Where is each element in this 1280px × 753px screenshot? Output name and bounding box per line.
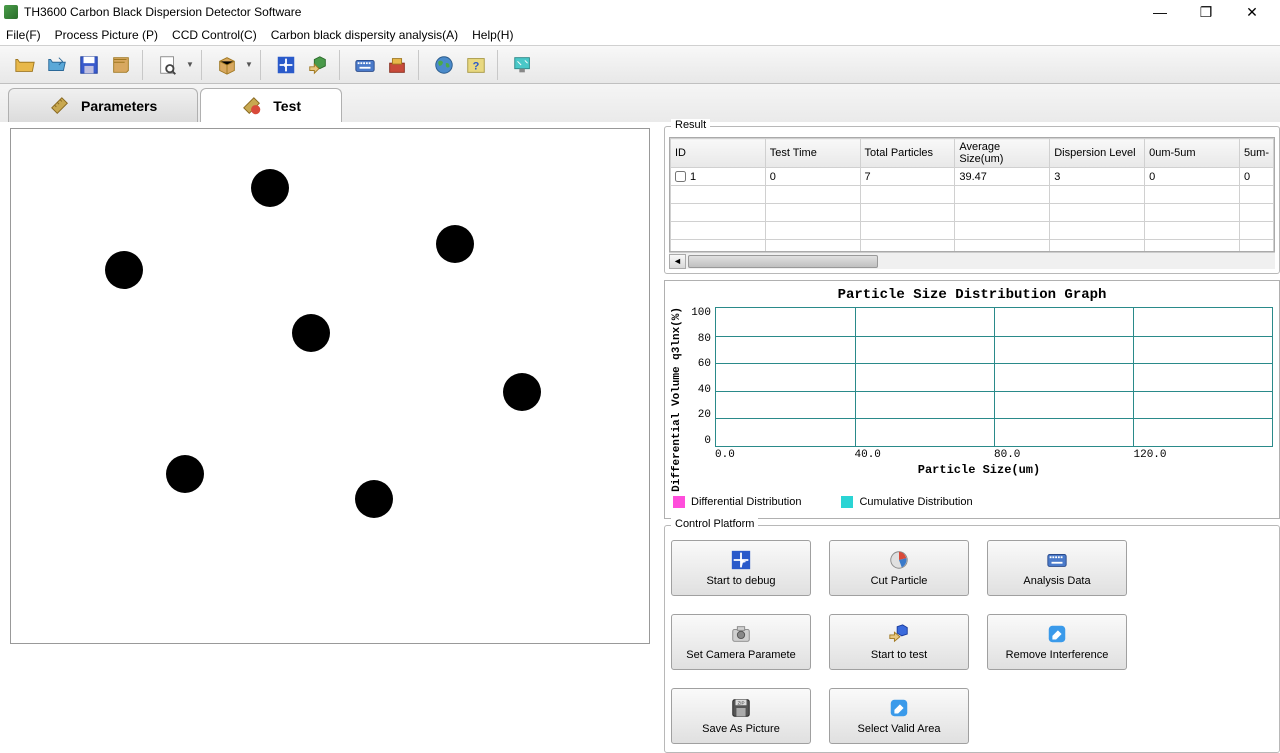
scroll-thumb[interactable] [688, 255, 878, 268]
particle [251, 169, 289, 207]
y-ticks: 100 80 60 40 20 0 [685, 307, 715, 447]
titlebar: TH3600 Carbon Black Dispersion Detector … [0, 0, 1280, 24]
particle [292, 314, 330, 352]
control-platform-panel: Control Platform Start to debug Cut Part… [664, 525, 1280, 753]
cube-arrow-icon[interactable] [303, 50, 333, 80]
toolbar: ▼ ▼ ? [0, 46, 1280, 84]
particle [166, 455, 204, 493]
svg-text:ZIP: ZIP [737, 700, 744, 705]
scroll-left-arrow[interactable]: ◄ [669, 254, 686, 269]
chart-panel: Particle Size Distribution Graph Differe… [664, 280, 1280, 519]
minimize-button[interactable]: — [1146, 2, 1174, 22]
result-table: ID Test Time Total Particles Average Siz… [670, 138, 1274, 252]
menu-ccd-control[interactable]: CCD Control(C) [172, 28, 257, 42]
chart-title: Particle Size Distribution Graph [671, 287, 1273, 303]
app-title: TH3600 Carbon Black Dispersion Detector … [24, 5, 1146, 19]
test-icon [241, 95, 263, 117]
particle [355, 480, 393, 518]
target-cursor-icon [729, 549, 753, 571]
pie-chart-icon [887, 549, 911, 571]
svg-text:?: ? [473, 60, 480, 72]
cut-particle-button[interactable]: Cut Particle [829, 540, 969, 596]
legend-swatch-diff [673, 496, 685, 508]
canvas-panel [0, 122, 660, 697]
col-5-[interactable]: 5um- [1239, 139, 1273, 168]
table-row[interactable]: 1 0 7 39.47 3 0 0 [671, 168, 1274, 186]
menu-analysis[interactable]: Carbon black dispersity analysis(A) [271, 28, 458, 42]
chart-legend: Differential Distribution Cumulative Dis… [671, 492, 1273, 512]
target-blue-icon[interactable] [271, 50, 301, 80]
tab-test[interactable]: Test [200, 88, 342, 122]
book-icon[interactable] [106, 50, 136, 80]
analysis-data-button[interactable]: Analysis Data [987, 540, 1127, 596]
legend-swatch-cum [841, 496, 853, 508]
save-disk-icon: ZIP [729, 697, 753, 719]
tab-label: Parameters [81, 98, 157, 114]
result-panel: Result ID Test Time Total Particles Aver… [664, 126, 1280, 274]
window-controls: — ❐ ✕ [1146, 2, 1276, 22]
particle [503, 373, 541, 411]
panel-legend: Control Platform [671, 518, 758, 530]
particle-canvas[interactable] [10, 128, 650, 644]
col-test-time[interactable]: Test Time [765, 139, 860, 168]
app-icon [4, 5, 18, 19]
menu-process-picture[interactable]: Process Picture (P) [55, 28, 158, 42]
menubar: File(F) Process Picture (P) CCD Control(… [0, 24, 1280, 46]
eraser-blue-icon [887, 697, 911, 719]
device-red-icon[interactable] [382, 50, 412, 80]
col-0-5[interactable]: 0um-5um [1145, 139, 1240, 168]
help-box-icon[interactable]: ? [461, 50, 491, 80]
folder-open-icon[interactable] [10, 50, 40, 80]
folder-in-icon[interactable] [42, 50, 72, 80]
zoom-page-icon[interactable] [153, 50, 183, 80]
camera-icon [729, 623, 753, 645]
camera-params-button[interactable]: Set Camera Paramete [671, 614, 811, 670]
particle [105, 251, 143, 289]
cube-arrow-icon [887, 623, 911, 645]
package-icon[interactable] [212, 50, 242, 80]
x-ticks: 0.0 40.0 80.0 120.0 [715, 449, 1273, 461]
col-dispersion[interactable]: Dispersion Level [1050, 139, 1145, 168]
close-button[interactable]: ✕ [1238, 2, 1266, 22]
globe-icon[interactable] [429, 50, 459, 80]
col-avg-size[interactable]: Average Size(um) [955, 139, 1050, 168]
chart-grid [715, 307, 1273, 447]
col-total-particles[interactable]: Total Particles [860, 139, 955, 168]
remove-interference-button[interactable]: Remove Interference [987, 614, 1127, 670]
save-picture-button[interactable]: ZIP Save As Picture [671, 688, 811, 744]
y-axis-label: Differential Volume q3lnx(%) [671, 307, 685, 492]
menu-file[interactable]: File(F) [6, 28, 41, 42]
panel-legend: Result [671, 119, 710, 131]
monitor-teal-icon[interactable] [508, 50, 538, 80]
col-id[interactable]: ID [671, 139, 766, 168]
keyboard-icon [1045, 549, 1069, 571]
x-axis-label: Particle Size(um) [685, 463, 1273, 477]
keyboard-icon[interactable] [350, 50, 380, 80]
row-checkbox[interactable] [675, 171, 686, 182]
menu-help[interactable]: Help(H) [472, 28, 513, 42]
tab-label: Test [273, 98, 301, 114]
eraser-blue-icon [1045, 623, 1069, 645]
maximize-button[interactable]: ❐ [1192, 2, 1220, 22]
tab-parameters[interactable]: Parameters [8, 88, 198, 122]
select-valid-area-button[interactable]: Select Valid Area [829, 688, 969, 744]
start-test-button[interactable]: Start to test [829, 614, 969, 670]
dropdown-arrow-icon[interactable]: ▼ [185, 50, 195, 80]
dropdown-arrow-icon[interactable]: ▼ [244, 50, 254, 80]
tab-row: Parameters Test [0, 84, 1280, 122]
particle [436, 225, 474, 263]
horizontal-scrollbar[interactable]: ◄ [669, 252, 1275, 269]
save-icon[interactable] [74, 50, 104, 80]
start-debug-button[interactable]: Start to debug [671, 540, 811, 596]
ruler-icon [49, 95, 71, 117]
